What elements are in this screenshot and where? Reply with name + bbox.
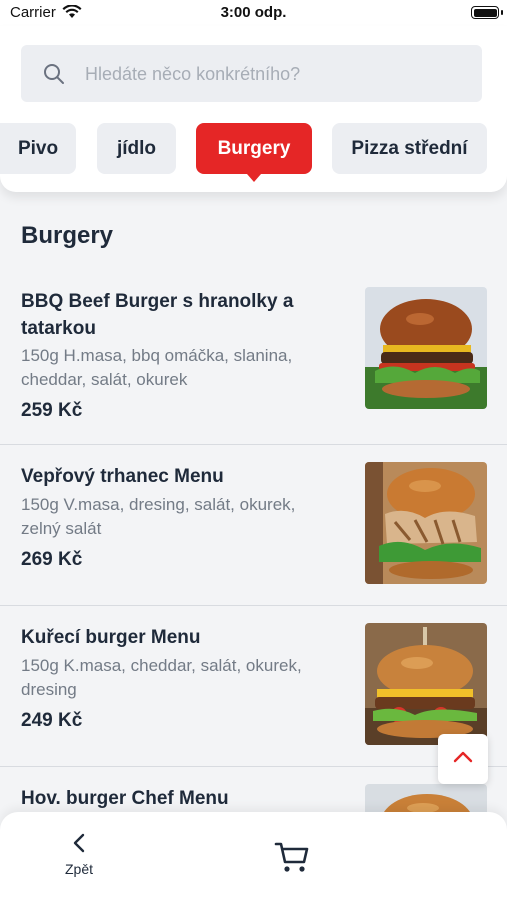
cart-icon [274, 842, 310, 878]
back-button[interactable]: Zpět [54, 832, 104, 877]
clock: 3:00 odp. [220, 4, 287, 21]
category-label: Pizza střední [351, 137, 468, 159]
item-name: BBQ Beef Burger s hranolky a tatarkou [21, 291, 294, 339]
category-label: Burgery [217, 137, 291, 159]
item-name: Hov. burger Chef Menu [21, 788, 229, 809]
search-icon [43, 63, 65, 90]
back-label: Zpět [64, 861, 93, 877]
search-input[interactable]: Hledáte něco konkrétního? [85, 64, 300, 85]
item-price: 269 Kč [21, 549, 83, 570]
item-image [365, 623, 487, 745]
category-chip-jidlo[interactable]: jídlo [97, 123, 176, 174]
item-price: 259 Kč [21, 400, 83, 421]
item-description: 150g K.masa, cheddar, salát, okurek, dre… [21, 656, 302, 699]
cart-button[interactable] [274, 840, 310, 879]
menu-item[interactable]: Kuřecí burger Menu 150g K.masa, cheddar,… [0, 606, 507, 766]
item-description: 150g V.masa, dresing, salát, okurek, zel… [21, 495, 296, 538]
chevron-up-icon [453, 750, 473, 768]
section-title: Burgery [21, 222, 114, 249]
scroll-to-top-button[interactable] [438, 734, 488, 784]
category-chip-burgery[interactable]: Burgery [196, 123, 312, 182]
category-label: Pivo [17, 137, 59, 159]
item-image [365, 462, 487, 584]
item-name: Vepřový trhanec Menu [21, 466, 224, 487]
chevron-left-icon [72, 833, 86, 858]
battery-icon [471, 6, 499, 19]
status-bar: Carrier 3:00 odp. [0, 0, 507, 26]
category-label: jídlo [116, 137, 157, 159]
item-name: Kuřecí burger Menu [21, 627, 201, 648]
header: Hledáte něco konkrétního? Pivo jídlo Bur… [0, 26, 507, 192]
search-bar[interactable]: Hledáte něco konkrétního? [21, 45, 482, 102]
bottom-navigation: Zpět [0, 812, 507, 900]
item-price: 249 Kč [21, 710, 83, 731]
battery-tip [501, 10, 503, 15]
item-description: 150g H.masa, bbq omáčka, slanina, chedda… [21, 346, 293, 389]
category-chip-pizza-stredni[interactable]: Pizza střední [332, 123, 487, 174]
menu-item[interactable]: Vepřový trhanec Menu 150g V.masa, dresin… [0, 445, 507, 605]
menu-item[interactable]: BBQ Beef Burger s hranolky a tatarkou 15… [0, 270, 507, 444]
category-chip-pivo[interactable]: Pivo [0, 123, 76, 174]
item-image [365, 287, 487, 409]
